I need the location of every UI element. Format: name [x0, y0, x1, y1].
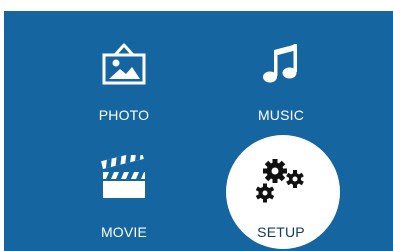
menu-item-music[interactable]: MUSIC	[221, 31, 341, 141]
menu-item-label: SETUP	[257, 224, 305, 240]
menu-item-label: MUSIC	[257, 107, 305, 123]
main-menu-panel: PHOTO MUSIC MOVIE SETUP	[4, 11, 393, 251]
gears-icon	[255, 159, 304, 203]
menu-item-setup[interactable]: SETUP	[221, 131, 341, 249]
photo-frame-icon	[102, 43, 146, 85]
menu-item-label: MOVIE	[100, 224, 148, 240]
screen: PHOTO MUSIC MOVIE SETUP	[0, 0, 393, 251]
menu-item-photo[interactable]: PHOTO	[64, 31, 184, 141]
menu-item-label: PHOTO	[98, 107, 150, 123]
clapperboard-icon	[101, 155, 145, 198]
menu-item-movie[interactable]: MOVIE	[64, 141, 184, 251]
music-note-icon	[263, 44, 297, 83]
